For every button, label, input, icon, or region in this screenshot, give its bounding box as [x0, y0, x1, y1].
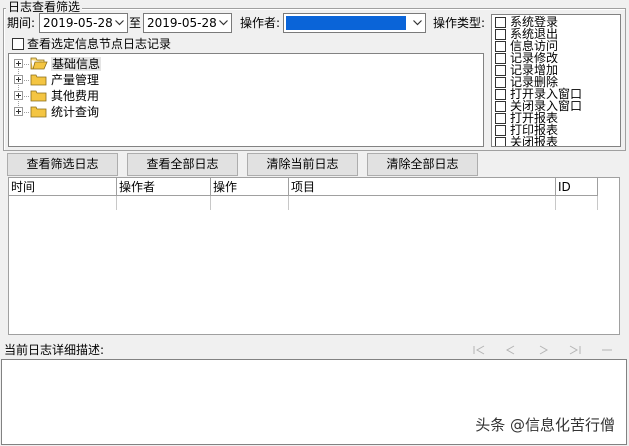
optype-label: 操作类型: — [433, 16, 486, 30]
op-type-checkbox[interactable] — [495, 41, 506, 52]
column-header-time[interactable]: 时间 — [9, 178, 117, 196]
column-header-operation[interactable]: 操作 — [211, 178, 289, 196]
op-type-checklist[interactable]: 系统登录 系统退出 信息访问 记录修改 记录增加 记录删除 打开录入窗口 关闭录… — [491, 14, 621, 147]
op-type-checkbox[interactable] — [495, 77, 506, 88]
view-all-log-button[interactable]: 查看全部日志 — [127, 153, 238, 176]
tree-item-label: 统计查询 — [51, 105, 100, 119]
op-type-checkbox[interactable] — [495, 125, 506, 136]
collapse-icon[interactable] — [597, 342, 617, 358]
operator-selected-value — [286, 16, 406, 30]
column-header-item[interactable]: 项目 — [289, 178, 556, 196]
node-log-checkbox-label: 查看选定信息节点日志记录 — [27, 37, 172, 51]
tree-item[interactable]: 产量管理 — [9, 72, 209, 88]
grid-column-divider — [9, 196, 117, 210]
op-type-checkbox[interactable] — [495, 89, 506, 100]
tree-connector — [24, 80, 29, 81]
last-record-icon[interactable] — [565, 342, 585, 358]
grid-column-divider — [117, 196, 211, 210]
grid-column-divider — [556, 196, 598, 210]
info-node-tree[interactable]: 基础信息 产量管理 其他费用 统计查询 — [8, 53, 484, 147]
folder-icon — [30, 105, 48, 122]
op-type-checkbox[interactable] — [495, 53, 506, 64]
next-record-icon[interactable] — [534, 342, 554, 358]
filter-group-title: 日志查看筛选 — [6, 0, 83, 14]
first-record-icon[interactable] — [469, 342, 489, 358]
expand-icon[interactable] — [14, 59, 23, 68]
tree-item-label: 产量管理 — [51, 73, 100, 87]
chevron-down-icon[interactable] — [111, 14, 127, 32]
expand-icon[interactable] — [14, 75, 23, 84]
prev-record-icon[interactable] — [500, 342, 520, 358]
op-type-checkbox[interactable] — [495, 101, 506, 112]
tree-item[interactable]: 其他费用 — [9, 88, 209, 104]
date-to-picker[interactable]: 2019-05-28 — [143, 13, 232, 33]
expand-icon[interactable] — [14, 107, 23, 116]
grid-column-divider — [211, 196, 289, 210]
date-from-value: 2019-05-28 — [43, 16, 113, 30]
tree-connector — [24, 96, 29, 97]
watermark-text: 头条 @信息化苦行僧 — [475, 416, 615, 434]
tree-item[interactable]: 统计查询 — [9, 104, 209, 120]
op-type-checkbox[interactable] — [495, 137, 506, 146]
grid-column-divider — [289, 196, 556, 210]
tree-item-label: 其他费用 — [51, 89, 100, 103]
op-type-checkbox[interactable] — [495, 17, 506, 28]
detail-label: 当前日志详细描述: — [4, 343, 105, 357]
operator-label: 操作者: — [240, 16, 281, 30]
operator-select[interactable] — [283, 13, 426, 33]
period-label: 期间: — [7, 16, 36, 30]
op-type-checkbox[interactable] — [495, 29, 506, 40]
node-log-checkbox[interactable] — [12, 38, 24, 50]
op-type-label: 关闭报表 — [510, 135, 559, 147]
tree-item[interactable]: 基础信息 — [9, 56, 209, 72]
clear-all-log-button[interactable]: 清除全部日志 — [367, 153, 478, 176]
tree-item-label: 基础信息 — [51, 57, 102, 71]
log-grid[interactable]: 时间 操作者 操作 项目 ID — [8, 177, 620, 335]
op-type-checkbox[interactable] — [495, 113, 506, 124]
date-to-value: 2019-05-28 — [147, 16, 217, 30]
op-type-checkbox[interactable] — [495, 65, 506, 76]
date-from-picker[interactable]: 2019-05-28 — [39, 13, 128, 33]
clear-current-log-button[interactable]: 清除当前日志 — [247, 153, 358, 176]
tree-connector — [24, 64, 29, 65]
chevron-down-icon[interactable] — [215, 14, 231, 32]
expand-icon[interactable] — [14, 91, 23, 100]
chevron-down-icon[interactable] — [409, 14, 425, 32]
to-label: 至 — [129, 16, 142, 30]
view-filtered-log-button[interactable]: 查看筛选日志 — [7, 153, 118, 176]
column-header-operator[interactable]: 操作者 — [117, 178, 211, 196]
tree-connector — [24, 112, 29, 113]
column-header-id[interactable]: ID — [556, 178, 598, 196]
